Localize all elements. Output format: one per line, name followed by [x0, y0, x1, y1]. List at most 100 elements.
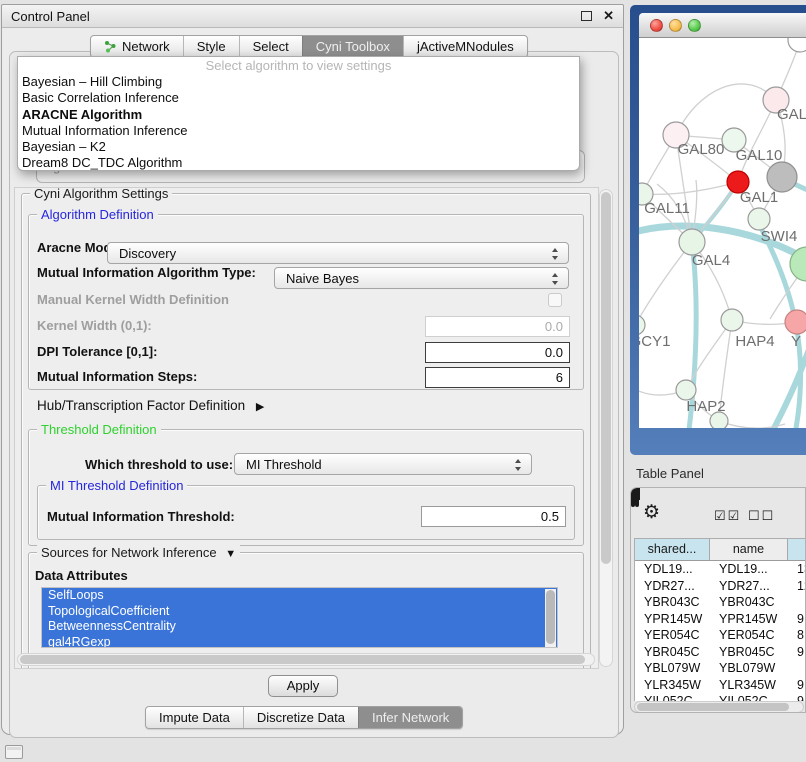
node-attribute-table[interactable]: shared...name YDL19...YDL19...13YDR27...…: [634, 538, 806, 701]
mi-type-value: Naive Bayes: [286, 271, 359, 286]
network-node-hap2[interactable]: [676, 380, 696, 400]
table-cell: YLR345W: [635, 677, 710, 694]
table-cell: YIL052C: [710, 693, 788, 701]
network-canvas[interactable]: GALGAL80GAL10GAL1GAL11SWI4GAL4GCY1HAP4YH…: [639, 38, 806, 428]
table-cell: YIL052C: [635, 693, 710, 701]
cyni-bottom-tabs: Impute Data Discretize DataInfer Network: [145, 706, 463, 729]
network-window-titlebar[interactable]: [639, 13, 806, 38]
tab-impute-data[interactable]: Impute Data: [146, 707, 243, 728]
data-attribute-item[interactable]: SelfLoops: [42, 588, 557, 604]
tab-select[interactable]: Select: [239, 36, 302, 57]
node-label: GAL4: [692, 252, 730, 269]
data-attribute-item[interactable]: gal4RGexp: [42, 635, 557, 649]
list-scrollbar[interactable]: [545, 589, 556, 648]
network-graph: GALGAL80GAL10GAL1GAL11SWI4GAL4GCY1HAP4YH…: [639, 38, 806, 428]
table-cell: 13: [788, 561, 806, 578]
tab-label: Impute Data: [159, 710, 230, 725]
table-row[interactable]: YIL052CYIL052C9.: [635, 693, 806, 701]
select-all-checkboxes-icon[interactable]: ☑☑: [714, 508, 741, 524]
table-cell: YBR045C: [635, 644, 710, 661]
network-edge[interactable]: [642, 182, 738, 194]
table-cell: YDL19...: [710, 561, 788, 578]
algorithm-option[interactable]: Mutual Information Inference: [18, 123, 579, 139]
table-row[interactable]: YDL19...YDL19...13: [635, 561, 806, 578]
close-traffic-light-icon[interactable]: [650, 19, 663, 32]
table-row[interactable]: YER054CYER054C8.: [635, 627, 806, 644]
algorithm-option[interactable]: Dream8 DC_TDC Algorithm: [18, 155, 579, 171]
table-row[interactable]: YBR043CYBR043C: [635, 594, 806, 611]
spinner-arrows-icon: [552, 272, 559, 286]
column-header[interactable]: name: [710, 539, 788, 560]
table-cell: YBL079W: [710, 660, 788, 677]
column-header[interactable]: shared...: [635, 539, 710, 560]
kernel-width-field[interactable]: 0.0: [425, 316, 570, 337]
mi-type-select[interactable]: Naive Bayes: [274, 267, 569, 289]
network-edge[interactable]: [676, 84, 776, 135]
tab-style[interactable]: Style: [183, 36, 239, 57]
mi-threshold-field[interactable]: 0.5: [421, 506, 566, 527]
network-node[interactable]: [767, 162, 797, 192]
table-cell: YDL19...: [635, 561, 710, 578]
gear-icon[interactable]: ⚙: [643, 503, 660, 522]
data-attributes-label: Data Attributes: [35, 568, 128, 584]
float-window-icon[interactable]: [581, 11, 592, 21]
settings-horizontal-scrollbar[interactable]: [17, 653, 595, 666]
manual-kernel-checkbox[interactable]: [548, 293, 562, 307]
mi-steps-field[interactable]: 6: [425, 367, 570, 388]
sources-title-row[interactable]: Sources for Network Inference ▼: [37, 545, 240, 562]
column-header[interactable]: [788, 539, 806, 560]
network-node-hap4[interactable]: [721, 309, 743, 331]
table-row[interactable]: YPR145WYPR145W9.: [635, 611, 806, 628]
algorithm-option[interactable]: ARACNE Algorithm: [18, 107, 579, 123]
network-node-y[interactable]: [785, 310, 806, 334]
network-node[interactable]: [788, 38, 806, 52]
panel-title: Control Panel: [11, 9, 90, 24]
mi-threshold-definition-title: MI Threshold Definition: [46, 478, 187, 493]
network-edge[interactable]: [639, 242, 692, 325]
minimize-traffic-light-icon[interactable]: [669, 19, 682, 32]
algorithm-option[interactable]: Bayesian – K2: [18, 139, 579, 155]
tab-discretize-data[interactable]: Discretize Data: [243, 707, 358, 728]
network-view-window: GALGAL80GAL10GAL1GAL11SWI4GAL4GCY1HAP4YH…: [630, 5, 806, 455]
dpi-tolerance-field[interactable]: 0.0: [425, 342, 570, 363]
tab-cyni-toolbox[interactable]: Cyni Toolbox: [302, 36, 403, 57]
network-node-gcy1[interactable]: [639, 315, 645, 335]
table-row[interactable]: YBL079WYBL079W: [635, 660, 806, 677]
hub-definition-toggle[interactable]: Hub/Transcription Factor Definition ▶: [37, 398, 264, 415]
network-node[interactable]: [710, 412, 728, 428]
tab-infer-network[interactable]: Infer Network: [358, 707, 462, 728]
network-node-swi4[interactable]: [748, 208, 770, 230]
table-cell: YPR145W: [710, 611, 788, 628]
algorithm-option[interactable]: Bayesian – Hill Climbing: [18, 74, 579, 90]
table-horizontal-scrollbar[interactable]: [634, 701, 804, 713]
scrollbar-thumb[interactable]: [637, 703, 789, 711]
minimized-panel-icon[interactable]: [5, 745, 23, 759]
scrollbar-thumb[interactable]: [546, 590, 555, 644]
algorithm-option[interactable]: Basic Correlation Inference: [18, 90, 579, 106]
data-attribute-item[interactable]: BetweennessCentrality: [42, 619, 557, 635]
table-cell: [788, 594, 806, 611]
zoom-traffic-light-icon[interactable]: [688, 19, 701, 32]
table-panel-title: Table Panel: [636, 466, 704, 481]
close-icon[interactable]: ✕: [603, 11, 614, 21]
which-threshold-select[interactable]: MI Threshold: [234, 453, 532, 475]
scrollbar-thumb[interactable]: [20, 655, 585, 664]
table-row[interactable]: YDR27...YDR27...12: [635, 578, 806, 595]
data-attributes-items: SelfLoopsTopologicalCoefficientBetweenne…: [42, 588, 557, 648]
data-attributes-list[interactable]: SelfLoopsTopologicalCoefficientBetweenne…: [41, 587, 558, 648]
table-header-row[interactable]: shared...name: [635, 539, 806, 561]
data-attribute-item[interactable]: TopologicalCoefficient: [42, 604, 557, 620]
tab-jactivemnodules[interactable]: jActiveMNodules: [403, 36, 527, 57]
apply-button[interactable]: Apply: [268, 675, 338, 697]
scrollbar-thumb[interactable]: [601, 192, 611, 564]
deselect-all-checkboxes-icon[interactable]: ☐☐: [748, 508, 775, 524]
table-row[interactable]: YBR045CYBR045C9.: [635, 644, 806, 661]
sources-title: Sources for Network Inference: [41, 545, 217, 560]
aracne-mode-select[interactable]: Discovery: [107, 242, 569, 264]
settings-vertical-scrollbar[interactable]: [599, 189, 613, 667]
algorithm-definition-title: Algorithm Definition: [37, 207, 158, 222]
tab-label: jActiveMNodules: [417, 39, 514, 54]
table-row[interactable]: YLR345WYLR345W9.: [635, 677, 806, 694]
table-cell: [788, 660, 806, 677]
tab-network[interactable]: Network: [91, 36, 183, 57]
